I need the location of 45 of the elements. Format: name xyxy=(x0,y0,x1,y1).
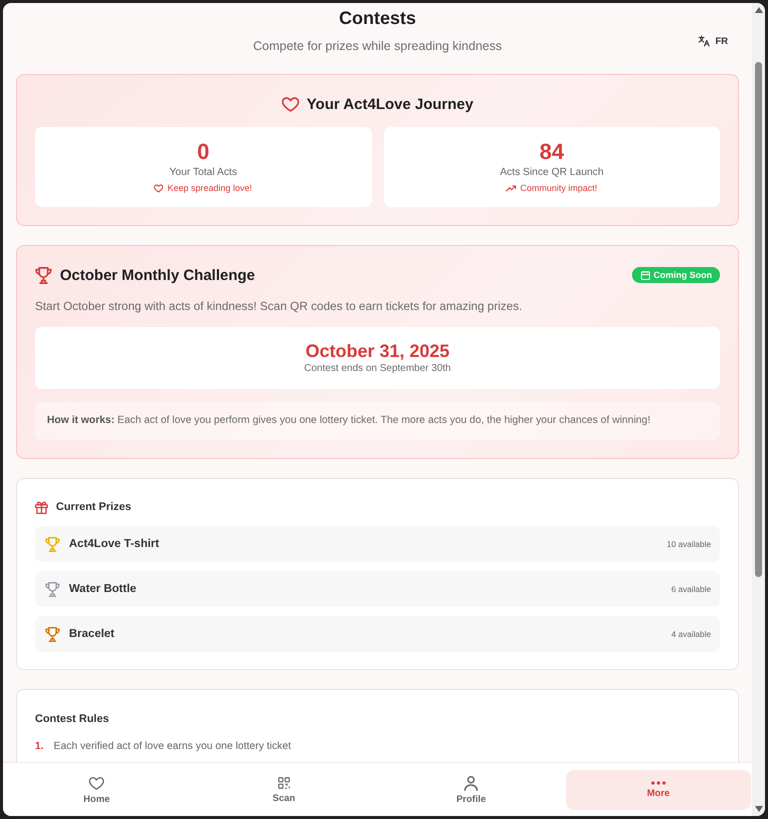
scrollbar[interactable] xyxy=(752,3,765,816)
prize-availability: 4 available xyxy=(671,629,711,639)
scrollbar-thumb[interactable] xyxy=(755,62,762,577)
badge-label: Coming Soon xyxy=(654,270,712,280)
nav-tab[interactable]: Scan xyxy=(191,770,376,810)
stat-note: Keep spreading love! xyxy=(167,183,252,193)
calendar-icon xyxy=(640,270,650,280)
language-toggle[interactable]: FR xyxy=(696,33,730,49)
rules-title: Contest Rules xyxy=(35,712,109,727)
trophy-icon xyxy=(35,266,52,284)
page-title: Contests xyxy=(338,7,416,30)
stat-value: 84 xyxy=(540,139,564,165)
challenge-description: Start October strong with acts of kindness! Scan QR codes to earn tickets for amazing prizes. xyxy=(35,298,524,315)
prize-name: Bracelet xyxy=(69,628,114,640)
stat-note: Community impact! xyxy=(520,183,598,193)
contest-date: October 31, 2025 xyxy=(305,340,450,362)
person-icon xyxy=(464,776,478,790)
trend-up-icon xyxy=(506,184,516,192)
rule-text: Each verified act of love earns you one lottery ticket xyxy=(54,740,292,752)
prize-availability: 6 available xyxy=(671,584,711,594)
prize-availability: 10 available xyxy=(666,539,711,549)
challenge-title: October Monthly Challenge xyxy=(60,266,256,284)
heart-icon xyxy=(89,776,104,790)
scroll-down-icon[interactable] xyxy=(754,806,762,812)
nav-tab[interactable]: Profile xyxy=(378,770,564,810)
heart-icon xyxy=(282,96,299,112)
prize-name: Water Bottle xyxy=(69,583,136,595)
more-icon xyxy=(650,781,666,785)
nav-tab[interactable]: Home xyxy=(4,770,190,810)
how-it-works-text: How it works: Each act of love you perform gives you one lottery ticket. The more acts you do, the higher your chances of winning! xyxy=(35,402,720,440)
stat-value: 0 xyxy=(197,139,210,165)
stat-label: Your Total Acts xyxy=(169,166,238,180)
qr-code-icon xyxy=(276,776,291,790)
scroll-up-icon[interactable] xyxy=(754,7,762,13)
date-note: Contest ends on September 30th xyxy=(304,362,451,376)
stat-label: Acts Since QR Launch xyxy=(500,166,604,180)
translate-icon xyxy=(698,35,710,47)
prizes-title: Current Prizes xyxy=(56,501,132,513)
heart-icon xyxy=(154,184,164,192)
rule-number: 1. xyxy=(35,740,44,752)
page-subtitle: Compete for prizes while spreading kindness xyxy=(253,38,502,54)
nav-tab[interactable]: More xyxy=(566,770,751,810)
journey-title: Your Act4Love Journey xyxy=(306,96,474,112)
prize-name: Act4Love T-shirt xyxy=(69,538,160,550)
gift-icon xyxy=(35,500,48,514)
